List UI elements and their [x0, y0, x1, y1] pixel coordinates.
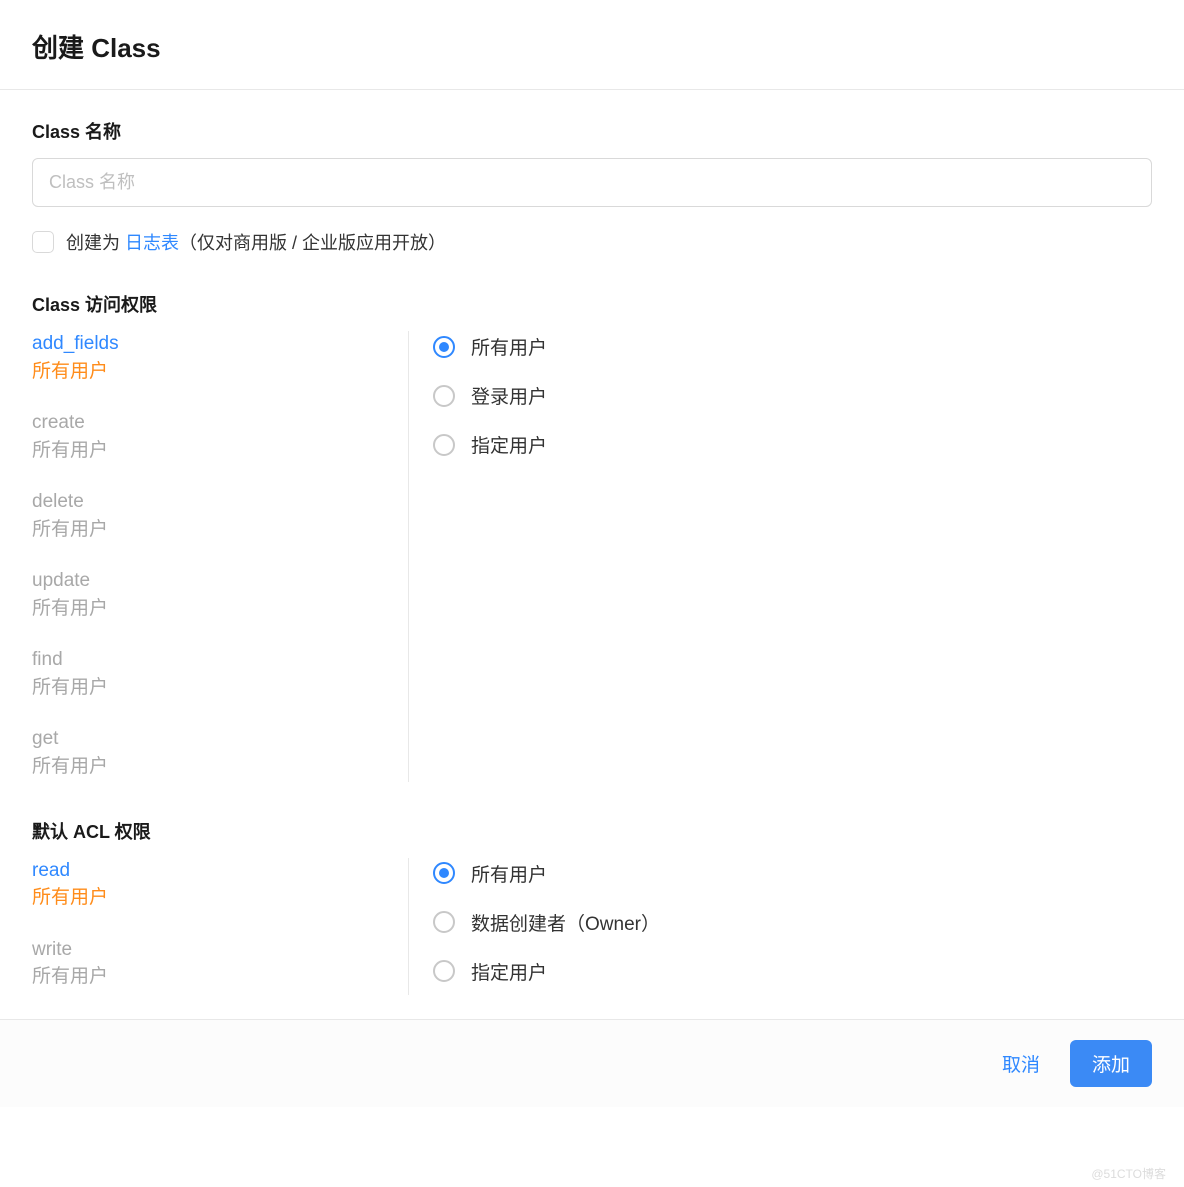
- radio-icon: [433, 434, 455, 456]
- submit-button[interactable]: 添加: [1070, 1040, 1152, 1087]
- class-name-label: Class 名称: [32, 118, 1152, 144]
- class-perm-item-value: 所有用户: [32, 674, 388, 703]
- class-perm-section-label: Class 访问权限: [32, 291, 1152, 317]
- class-perm-item-name: find: [32, 647, 388, 674]
- acl-perm-item-name: read: [32, 858, 388, 885]
- class-perm-item-delete[interactable]: delete所有用户: [32, 489, 388, 544]
- logtable-row: 创建为 日志表（仅对商用版 / 企业版应用开放）: [32, 229, 1152, 255]
- class-perm-item-value: 所有用户: [32, 358, 388, 387]
- radio-icon: [433, 960, 455, 982]
- acl-perm-block: read所有用户write所有用户 所有用户数据创建者（Owner）指定用户: [32, 858, 1152, 995]
- class-perm-item-value: 所有用户: [32, 753, 388, 782]
- radio-icon: [433, 336, 455, 358]
- radio-label: 指定用户: [471, 958, 547, 985]
- radio-label: 所有用户: [471, 860, 547, 887]
- acl-perm-item-read[interactable]: read所有用户: [32, 858, 388, 913]
- class-perm-options: 所有用户登录用户指定用户: [408, 331, 1152, 782]
- radio-label: 登录用户: [471, 382, 547, 409]
- radio-icon: [433, 911, 455, 933]
- dialog-footer: 取消 添加: [0, 1019, 1184, 1107]
- class-perm-option-0[interactable]: 所有用户: [433, 333, 1152, 360]
- class-perm-item-update[interactable]: update所有用户: [32, 568, 388, 623]
- class-perm-block: add_fields所有用户create所有用户delete所有用户update…: [32, 331, 1152, 782]
- radio-label: 指定用户: [471, 431, 547, 458]
- class-perm-item-name: update: [32, 568, 388, 595]
- logtable-link[interactable]: 日志表: [125, 233, 179, 253]
- acl-perm-option-0[interactable]: 所有用户: [433, 860, 1152, 887]
- radio-icon: [433, 385, 455, 407]
- radio-label: 所有用户: [471, 333, 547, 360]
- class-perm-option-2[interactable]: 指定用户: [433, 431, 1152, 458]
- class-perm-item-name: delete: [32, 489, 388, 516]
- class-perm-item-value: 所有用户: [32, 595, 388, 624]
- logtable-suffix: （仅对商用版 / 企业版应用开放）: [179, 233, 446, 253]
- radio-icon: [433, 862, 455, 884]
- class-perm-item-value: 所有用户: [32, 516, 388, 545]
- dialog-title: 创建 Class: [32, 28, 1152, 65]
- class-perm-item-name: add_fields: [32, 331, 388, 358]
- acl-perm-options: 所有用户数据创建者（Owner） 指定用户: [408, 858, 1152, 995]
- class-perm-item-value: 所有用户: [32, 437, 388, 466]
- acl-perm-item-write[interactable]: write所有用户: [32, 937, 388, 992]
- logtable-label: 创建为 日志表（仅对商用版 / 企业版应用开放）: [66, 229, 446, 255]
- acl-perm-option-2[interactable]: 指定用户: [433, 958, 1152, 985]
- radio-label: 数据创建者（Owner）: [471, 909, 660, 936]
- logtable-checkbox[interactable]: [32, 231, 54, 253]
- acl-perm-list: read所有用户write所有用户: [32, 858, 408, 995]
- class-perm-item-create[interactable]: create所有用户: [32, 410, 388, 465]
- dialog-header: 创建 Class: [0, 0, 1184, 90]
- acl-perm-section-label: 默认 ACL 权限: [32, 818, 1152, 844]
- logtable-prefix: 创建为: [66, 233, 125, 253]
- cancel-button[interactable]: 取消: [996, 1042, 1046, 1085]
- class-perm-option-1[interactable]: 登录用户: [433, 382, 1152, 409]
- acl-perm-item-name: write: [32, 937, 388, 964]
- class-perm-item-find[interactable]: find所有用户: [32, 647, 388, 702]
- class-perm-list: add_fields所有用户create所有用户delete所有用户update…: [32, 331, 408, 782]
- acl-perm-item-value: 所有用户: [32, 884, 388, 913]
- acl-perm-item-value: 所有用户: [32, 963, 388, 992]
- class-perm-item-name: get: [32, 726, 388, 753]
- watermark: @51CTO博客: [1091, 1165, 1166, 1182]
- class-perm-item-get[interactable]: get所有用户: [32, 726, 388, 781]
- acl-perm-option-1[interactable]: 数据创建者（Owner）: [433, 909, 1152, 936]
- class-perm-item-add_fields[interactable]: add_fields所有用户: [32, 331, 388, 386]
- class-name-input[interactable]: [32, 158, 1152, 207]
- dialog-content: Class 名称 创建为 日志表（仅对商用版 / 企业版应用开放） Class …: [0, 90, 1184, 1019]
- class-perm-item-name: create: [32, 410, 388, 437]
